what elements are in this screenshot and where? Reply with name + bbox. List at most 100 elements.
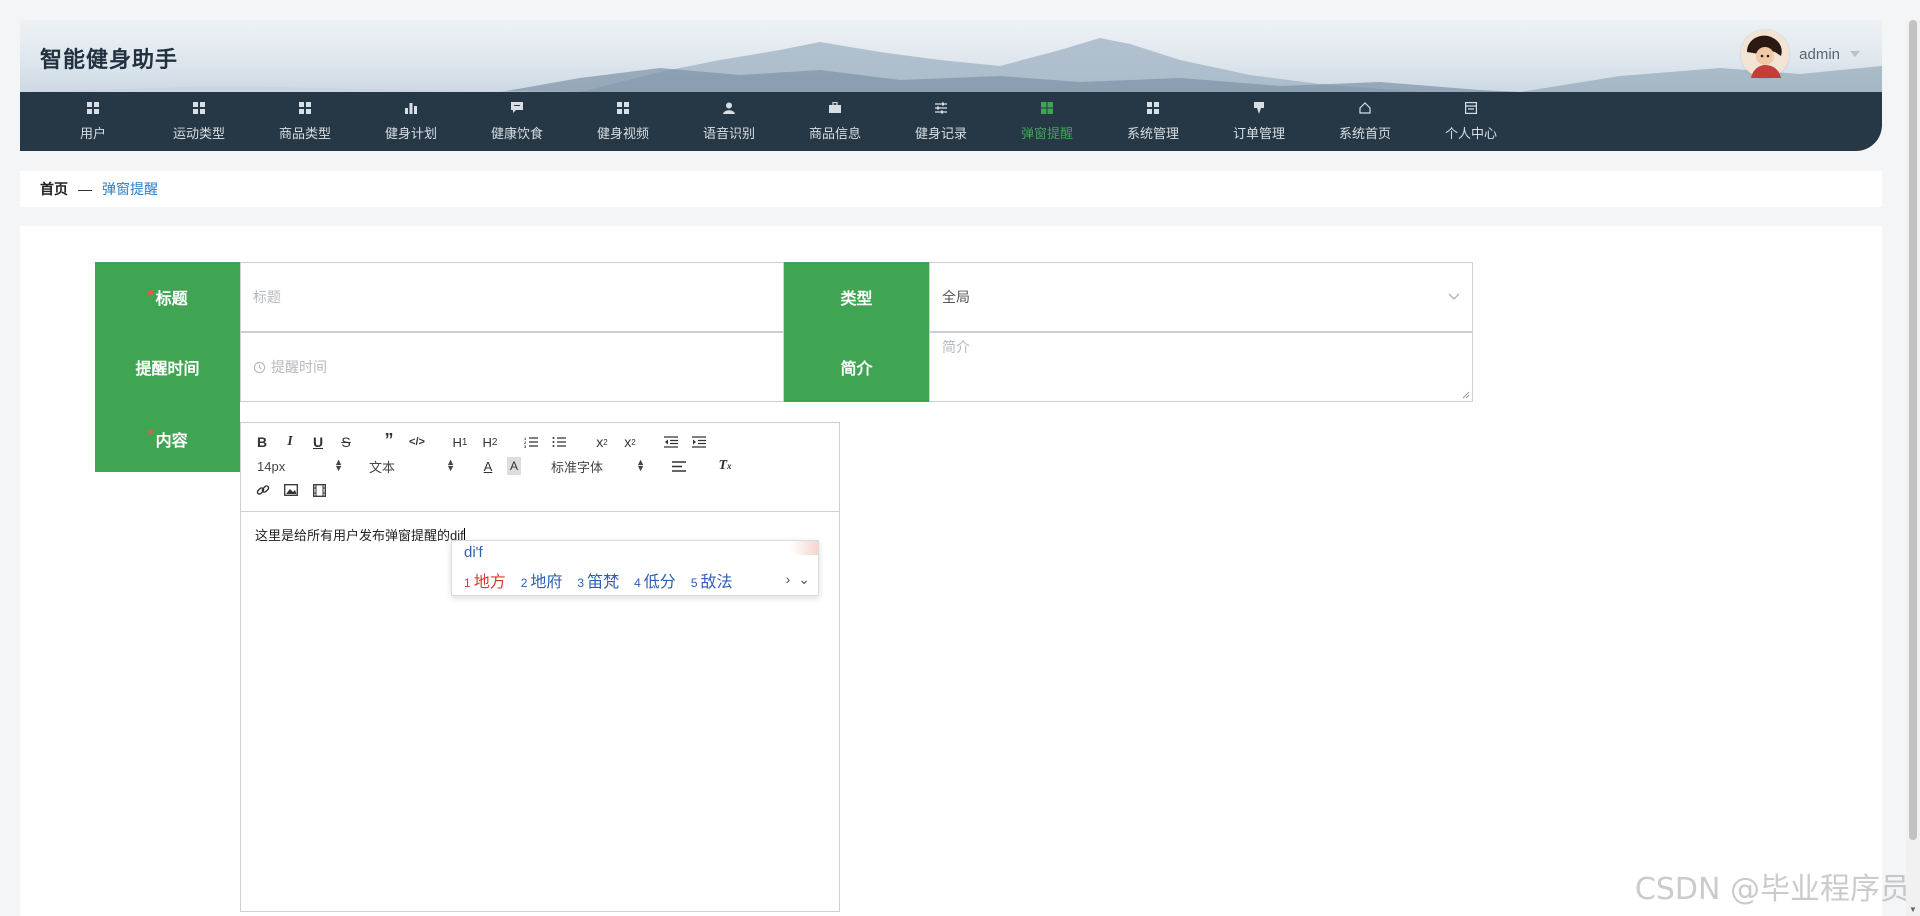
ime-composition: di'f [464,544,483,561]
ime-candidates: 1 地方 2 地府 3 笛梵 4 低分 5 敌法 [464,568,733,592]
superscript-icon[interactable]: x2 [621,433,639,451]
nav-item-12[interactable]: 订单管理 [1206,92,1312,151]
comment-icon [510,101,524,115]
nav-item-4[interactable]: 健身计划 [358,92,464,151]
italic-icon[interactable]: I [283,433,297,451]
nav-item-label: 健康饮食 [490,126,543,141]
ime-candidate-text: 笛梵 [587,574,620,591]
clock-icon [253,361,266,373]
pin-icon [1252,101,1266,115]
chevron-down-icon[interactable]: ⌄ [798,571,810,588]
font-size-select[interactable]: 14px ▲ ▼ [257,458,343,474]
ime-candidate[interactable]: 4 低分 [634,568,676,592]
main-nav: 用户 运动类型 商品类型 健身计划 健康饮食 健身视频 语音识别 商品信息 健身记录 弹窗提醒 系统… [20,92,1882,151]
h1-icon[interactable]: H1 [451,433,469,451]
ime-candidate[interactable]: 5 敌法 [691,568,733,592]
editor-content[interactable]: 这里是给所有用户发布弹窗提醒的dif [255,525,465,544]
svg-text:3: 3 [524,444,527,448]
font-color-icon[interactable]: A [481,457,495,475]
ordered-list-icon[interactable]: 123 [523,433,539,451]
nav-item-3[interactable]: 商品类型 [252,92,358,151]
breadcrumb-separator: — [78,181,92,197]
intro-label: 简介 [784,332,929,402]
username[interactable]: admin [1799,46,1840,63]
type-select-value: 全局 [942,289,970,305]
block-format-select[interactable]: 文本 ▲ ▼ [369,458,455,475]
nav-item-14[interactable]: 个人中心 [1418,92,1524,151]
nav-item-10[interactable]: 弹窗提醒 [994,92,1100,151]
type-label: 类型 [784,262,929,332]
nav-item-7[interactable]: 语音识别 [676,92,782,151]
ime-page-controls: › ⌄ [786,571,810,588]
ime-candidate-text: 地方 [473,574,506,591]
title-input[interactable]: 标题 [240,262,784,332]
avatar[interactable] [1741,30,1790,78]
subscript-icon[interactable]: x2 [593,433,611,451]
nav-item-9[interactable]: 健身记录 [888,92,994,151]
grid-icon [1040,101,1054,115]
mountain-illustration [20,38,1882,92]
ime-candidate-window: di'f 1 地方 2 地府 3 笛梵 4 低分 5 敌法 › ⌄ [451,540,819,596]
link-icon[interactable] [255,481,271,499]
nav-item-13[interactable]: 系统首页 [1312,92,1418,151]
time-placeholder: 提醒时间 [271,359,327,375]
nav-item-5[interactable]: 健康饮食 [464,92,570,151]
video-icon[interactable] [311,481,327,499]
nav-item-2[interactable]: 运动类型 [146,92,252,151]
ime-candidate[interactable]: 2 地府 [521,568,563,592]
chevron-right-icon[interactable]: › [786,571,791,588]
nav-item-label: 商品信息 [808,126,861,141]
page-scrollbar[interactable]: ▼ [1906,20,1920,916]
clear-format-icon[interactable]: Tx [717,457,733,475]
nav-item-1[interactable]: 用户 [40,92,146,151]
time-label-text: 提醒时间 [135,361,200,378]
resize-handle-icon[interactable] [1462,391,1470,399]
watermark: CSDN @毕业程序员 [1634,872,1910,907]
nav-item-label: 健身视频 [596,126,649,141]
scroll-down-icon[interactable]: ▼ [1909,905,1917,914]
user-icon [722,101,736,115]
grid-icon [1146,101,1160,115]
nav-item-label: 运动类型 [172,126,225,141]
chevron-down-icon[interactable] [1850,51,1860,57]
strikethrough-icon[interactable]: S [339,433,353,451]
window-icon [1464,101,1478,115]
breadcrumb-home[interactable]: 首页 [40,179,68,199]
briefcase-icon [828,101,842,115]
intro-textarea[interactable]: 简介 [929,332,1473,402]
image-icon[interactable] [283,481,299,499]
bold-icon[interactable]: B [255,433,269,451]
editor-content-text: 这里是给所有用户发布弹窗提醒的dif [255,528,464,543]
nav-item-6[interactable]: 健身视频 [570,92,676,151]
grid-icon [298,101,312,115]
nav-item-label: 弹窗提醒 [1020,126,1073,141]
ime-candidate[interactable]: 3 笛梵 [577,568,619,592]
ime-candidate-number: 1 [464,576,471,590]
ime-candidate[interactable]: 1 地方 [464,568,506,592]
bullet-list-icon[interactable] [551,433,567,451]
align-icon[interactable] [671,457,687,475]
outdent-icon[interactable] [663,433,679,451]
rich-text-editor: B I U S ” </> H1 H2 123 x2 x2 14px ▲ ▼ 文本… [240,422,840,912]
blockquote-icon[interactable]: ” [381,430,397,450]
title-label: * 标题 [95,262,240,332]
content-label: * 内容 [95,402,240,472]
banner-image: 智能健身助手 admin [20,20,1882,92]
time-picker[interactable]: 提醒时间 [240,332,784,402]
code-icon[interactable]: </> [409,433,425,451]
type-select[interactable]: 全局 [929,262,1473,332]
ime-decoration [790,541,818,555]
h2-icon[interactable]: H2 [481,433,499,451]
nav-item-8[interactable]: 商品信息 [782,92,888,151]
user-menu[interactable]: admin [1741,30,1860,78]
ime-candidate-number: 4 [634,576,641,590]
indent-icon[interactable] [691,433,707,451]
underline-icon[interactable]: U [311,433,325,451]
nav-item-11[interactable]: 系统管理 [1100,92,1206,151]
breadcrumb-current: 弹窗提醒 [102,181,158,197]
font-family-select[interactable]: 标准字体 ▲ ▼ [551,458,645,475]
nav-item-label: 商品类型 [278,126,331,141]
intro-placeholder: 简介 [942,339,970,355]
background-color-icon[interactable]: A [507,457,521,475]
scrollbar-thumb[interactable] [1909,20,1917,840]
